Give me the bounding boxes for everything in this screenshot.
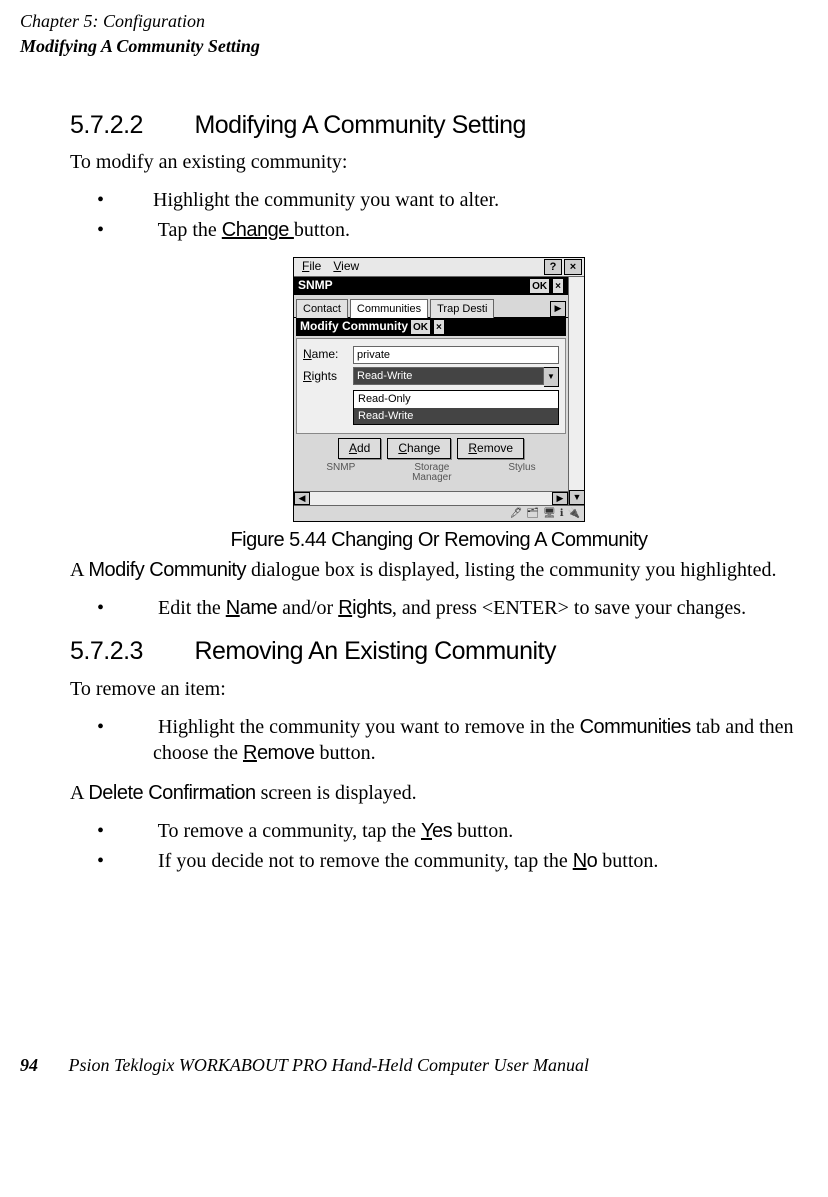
list-item: If you decide not to remove the communit… [125, 848, 808, 874]
tabs: Contact Communities Trap Desti ▶ [294, 295, 568, 318]
rights-value: Read-Write [353, 367, 544, 385]
taskbar: 🖋 🗂 🖥 ℹ 🔌 [294, 505, 584, 521]
page-number: 94 [20, 1054, 64, 1077]
body-paragraph: A Modify Community dialogue box is displ… [70, 557, 808, 583]
tab-communities[interactable]: Communities [350, 299, 428, 318]
modify-community-panel: Name: private Rights Read-Write ▼ [296, 338, 566, 434]
snmp-ok-button[interactable]: OK [529, 278, 550, 294]
figure-caption: Figure 5.44 Changing Or Removing A Commu… [70, 527, 808, 553]
desktop-icons: SNMP StorageManager Stylus [298, 463, 564, 489]
scroll-left-arrow[interactable]: ◀ [294, 492, 310, 505]
modify-community-titlebar: Modify Community OK × [296, 318, 566, 336]
body-paragraph: A Delete Confirmation screen is displaye… [70, 780, 808, 806]
modify-community-term: Modify Community [88, 559, 246, 581]
change-button-label: Change [222, 219, 294, 241]
menu-view[interactable]: View [327, 259, 365, 275]
list-item: Highlight the community you want to remo… [125, 714, 808, 766]
communities-term: Communities [580, 716, 691, 738]
list-item: Edit the Name and/or Rights, and press <… [125, 595, 808, 621]
snmp-icon[interactable]: SNMP [326, 463, 355, 473]
chapter-heading: Chapter 5: Configuration [20, 10, 808, 33]
scroll-right-arrow[interactable]: ▶ [552, 492, 568, 505]
tab-contact[interactable]: Contact [296, 299, 348, 318]
rights-dropdown[interactable]: Read-Write ▼ [353, 367, 559, 387]
rights-option-list: Read-Only Read-Write [353, 390, 559, 425]
heading-text: Removing An Existing Community [194, 637, 556, 665]
remove-button[interactable]: Remove [457, 438, 524, 460]
scroll-down-arrow[interactable]: ▼ [569, 490, 585, 505]
snmp-titlebar: SNMP OK × [294, 277, 568, 295]
heading-number: 5.7.2.2 [70, 109, 188, 142]
storage-manager-icon[interactable]: StorageManager [412, 463, 451, 483]
stylus-icon[interactable]: Stylus [508, 463, 535, 473]
tray-icon[interactable]: 🔌 [568, 507, 580, 520]
change-button[interactable]: Change [387, 438, 451, 460]
heading-5-7-2-3: 5.7.2.3 Removing An Existing Community [70, 635, 808, 668]
add-button[interactable]: Add [338, 438, 381, 460]
tray-icon[interactable]: 🖥 [543, 507, 556, 520]
option-read-write[interactable]: Read-Write [354, 408, 558, 424]
help-button[interactable]: ? [544, 259, 562, 275]
intro-text: To remove an item: [70, 676, 808, 702]
modify-close-button[interactable]: × [433, 319, 445, 335]
list-item: Highlight the community you want to alte… [125, 187, 808, 213]
list-item: To remove a community, tap the Yes butto… [125, 818, 808, 844]
delete-confirmation-term: Delete Confirmation [88, 782, 255, 804]
tray-icon[interactable]: ℹ [560, 507, 564, 520]
page-footer: 94 Psion Teklogix WORKABOUT PRO Hand-Hel… [20, 1054, 808, 1077]
list-item: Tap the Change button. [125, 217, 808, 243]
tab-trap-destinations[interactable]: Trap Desti [430, 299, 494, 318]
intro-text: To modify an existing community: [70, 149, 808, 175]
name-input[interactable]: private [353, 346, 559, 364]
vertical-scrollbar[interactable]: ▼ [568, 277, 584, 505]
footer-title: Psion Teklogix WORKABOUT PRO Hand-Held C… [69, 1055, 589, 1075]
rights-label: Rights [303, 369, 353, 385]
heading-5-7-2-2: 5.7.2.2 Modifying A Community Setting [70, 109, 808, 142]
modify-ok-button[interactable]: OK [410, 319, 431, 335]
heading-text: Modifying A Community Setting [194, 111, 526, 139]
section-heading: Modifying A Community Setting [20, 35, 808, 58]
tray-icon[interactable]: 🖋 [510, 507, 523, 520]
snmp-close-button[interactable]: × [552, 278, 564, 294]
menu-bar: File View ? × [294, 258, 584, 277]
close-button[interactable]: × [564, 259, 582, 275]
tray-icon[interactable]: 🗂 [526, 507, 539, 520]
name-label: Name: [303, 347, 353, 363]
horizontal-scrollbar[interactable]: ◀ ▶ [294, 491, 568, 505]
heading-number: 5.7.2.3 [70, 635, 188, 668]
dropdown-arrow-icon[interactable]: ▼ [544, 367, 559, 387]
tab-scroll-right[interactable]: ▶ [550, 301, 566, 317]
menu-file[interactable]: File [296, 259, 327, 275]
screenshot-modify-community: File View ? × SNMP OK × [293, 257, 585, 522]
option-read-only[interactable]: Read-Only [354, 391, 558, 407]
